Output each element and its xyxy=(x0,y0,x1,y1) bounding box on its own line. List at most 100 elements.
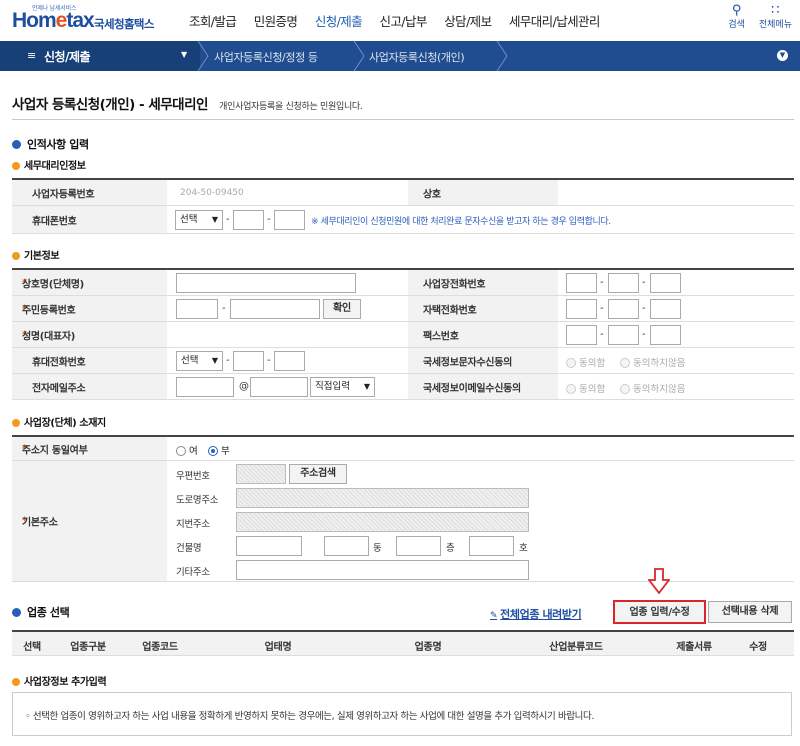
column-header: 선택 xyxy=(23,642,41,653)
row-header: * 주민등록번호 xyxy=(12,296,167,321)
download-icon: ✎ xyxy=(490,611,498,621)
dash: - xyxy=(642,303,646,314)
extra-info-note-box: ◦ 선택한 업종이 영위하고자 하는 사업 내용을 정확하게 반영하지 못하는 … xyxy=(12,692,792,736)
agent-mobile-prefix-select[interactable]: 선택 ▼ xyxy=(175,210,223,230)
row-header: * 주소지 동일여부 xyxy=(12,437,167,460)
ho-input[interactable] xyxy=(469,536,514,556)
home-phone-last-input[interactable] xyxy=(650,299,681,319)
table-row: * 상호명(단체명) 사업장전화번호 - - xyxy=(12,270,794,296)
other-address-input[interactable] xyxy=(236,560,529,580)
building-label: 건물명 xyxy=(176,543,202,554)
search-icon: ⚲ xyxy=(731,3,742,18)
email-consent-agree-radio[interactable]: 동의함 xyxy=(566,381,605,395)
fax-middle-input[interactable] xyxy=(608,325,639,345)
other-address-label: 기타주소 xyxy=(176,567,210,578)
email-consent-disagree-radio[interactable]: 동의하지않음 xyxy=(620,381,685,395)
breadcrumb-level2[interactable]: 사업자등록신청/정정 등 xyxy=(214,49,318,65)
resident-no-front-input[interactable] xyxy=(176,299,218,319)
bullet-icon xyxy=(12,678,20,686)
business-input-button[interactable]: 업종 입력/수정 xyxy=(613,600,706,624)
column-header: 산업분류코드 xyxy=(549,642,603,653)
fax-last-input[interactable] xyxy=(650,325,681,345)
nav-item-inquiry[interactable]: 조회/발급 xyxy=(189,11,237,30)
email-at: @ xyxy=(239,381,249,392)
row-header: * 성명(대표자) xyxy=(12,322,167,347)
home-phone-area-input[interactable] xyxy=(566,299,597,319)
row-header: 팩스번호 xyxy=(408,322,558,347)
mobile-last-input[interactable] xyxy=(274,351,305,371)
biz-phone-middle-input[interactable] xyxy=(608,273,639,293)
dash: - xyxy=(267,355,271,366)
search-label: 검색 xyxy=(728,20,745,30)
row-header: 휴대폰번호 xyxy=(12,206,167,233)
nav-item-filing[interactable]: 신고/납부 xyxy=(380,11,428,30)
column-header: 업종구분 xyxy=(70,642,106,653)
home-phone-middle-input[interactable] xyxy=(608,299,639,319)
dash: - xyxy=(600,277,604,288)
download-all-link[interactable]: ✎ 전체업종 내려받기 xyxy=(490,606,582,622)
address-same-yes-radio[interactable]: 여 xyxy=(176,443,198,457)
table-row: * 기본주소 우편번호 주소검색 도로명주소 지번주소 건물명 동 층 호 기타주… xyxy=(12,461,794,582)
email-domain-select[interactable]: 직접입력 ▼ xyxy=(310,377,375,397)
building-name-input[interactable] xyxy=(236,536,302,556)
column-header: 제출서류 xyxy=(676,642,712,653)
floor-input[interactable] xyxy=(396,536,441,556)
chevron-down-icon: ▼ xyxy=(363,382,370,391)
nav-item-consult[interactable]: 상담/제보 xyxy=(444,11,492,30)
dash: - xyxy=(642,277,646,288)
delete-selected-button[interactable]: 선택내용 삭제 xyxy=(708,601,792,623)
agent-mobile-middle-input[interactable] xyxy=(233,210,264,230)
trade-name-input[interactable] xyxy=(176,273,356,293)
breadcrumb-level3[interactable]: 사업자등록신청(개인) xyxy=(369,49,465,65)
nav-item-certificate[interactable]: 민원증명 xyxy=(254,11,298,30)
address-same-no-radio[interactable]: 부 xyxy=(208,443,230,457)
bullet-icon xyxy=(12,252,20,260)
section-title-business: 업종 선택 xyxy=(12,604,70,620)
bullet-icon xyxy=(12,419,20,427)
page-heading: 사업자 등록신청(개인) - 세무대리인 개인사업자등록을 신청하는 민원입니다… xyxy=(12,93,363,113)
sms-consent-disagree-radio[interactable]: 동의하지않음 xyxy=(620,355,685,369)
agent-mobile-last-input[interactable] xyxy=(274,210,305,230)
biz-phone-area-input[interactable] xyxy=(566,273,597,293)
agent-info-table: 사업자등록번호 204-50-09450 상호 휴대폰번호 선택 ▼ - - ※ … xyxy=(12,178,794,234)
expand-chevron-icon[interactable]: ▼ xyxy=(777,50,788,61)
email-id-input[interactable] xyxy=(176,377,234,397)
table-row: 휴대전화번호 선택 ▼ - - 국세정보문자수신동의 동의함 동의하지않음 xyxy=(12,348,794,374)
biz-phone-last-input[interactable] xyxy=(650,273,681,293)
nav-item-application[interactable]: 신청/제출 xyxy=(315,11,363,30)
email-domain-input[interactable] xyxy=(250,377,308,397)
nav-item-agent[interactable]: 세무대리/납세관리 xyxy=(509,11,600,30)
subsection-title-basic: 기본정보 xyxy=(12,247,60,262)
dash: - xyxy=(222,303,226,314)
fax-area-input[interactable] xyxy=(566,325,597,345)
down-arrow-icon xyxy=(647,568,671,595)
logo-wordmark: Hometax xyxy=(12,9,95,32)
address-table: * 주소지 동일여부 여 부 * 기본주소 우편번호 주소검색 도로명주소 지번주소… xyxy=(12,435,794,582)
breadcrumb-separator xyxy=(196,41,210,71)
address-search-button[interactable]: 주소검색 xyxy=(289,464,347,484)
grid-menu-icon: ∷ xyxy=(771,3,780,18)
row-header: 상호 xyxy=(408,180,558,205)
zip-label: 우편번호 xyxy=(176,471,210,482)
divider xyxy=(12,119,794,120)
row-header: 국세정보문자수신동의 xyxy=(408,348,558,373)
dong-input[interactable] xyxy=(324,536,369,556)
dash: - xyxy=(226,355,230,366)
confirm-button[interactable]: 확인 xyxy=(323,299,361,319)
road-address-input xyxy=(236,488,529,508)
search-button[interactable]: ⚲ 검색 xyxy=(728,3,745,30)
row-header: * 기본주소 xyxy=(12,461,167,581)
all-menu-button[interactable]: ∷ 전체메뉴 xyxy=(759,3,792,30)
mobile-prefix-select[interactable]: 선택 ▼ xyxy=(176,351,223,371)
bullet-icon xyxy=(12,140,21,149)
breadcrumb-level1[interactable]: ≡ 신청/제출 ▼ xyxy=(0,41,200,71)
main-nav: 조회/발급 민원증명 신청/제출 신고/납부 상담/제보 세무대리/납세관리 xyxy=(189,11,617,30)
sms-consent-agree-radio[interactable]: 동의함 xyxy=(566,355,605,369)
mobile-middle-input[interactable] xyxy=(233,351,264,371)
row-header: 전자메일주소 xyxy=(12,374,167,399)
breadcrumb-level1-label: 신청/제출 xyxy=(44,50,91,64)
section-title-personal: 인적사항 입력 xyxy=(12,136,89,152)
resident-no-back-input[interactable] xyxy=(230,299,320,319)
hometax-logo[interactable]: 언제나 납세서비스 Hometax 국세청홈택스 xyxy=(12,4,162,36)
header-tools: ⚲ 검색 ∷ 전체메뉴 xyxy=(714,3,792,30)
